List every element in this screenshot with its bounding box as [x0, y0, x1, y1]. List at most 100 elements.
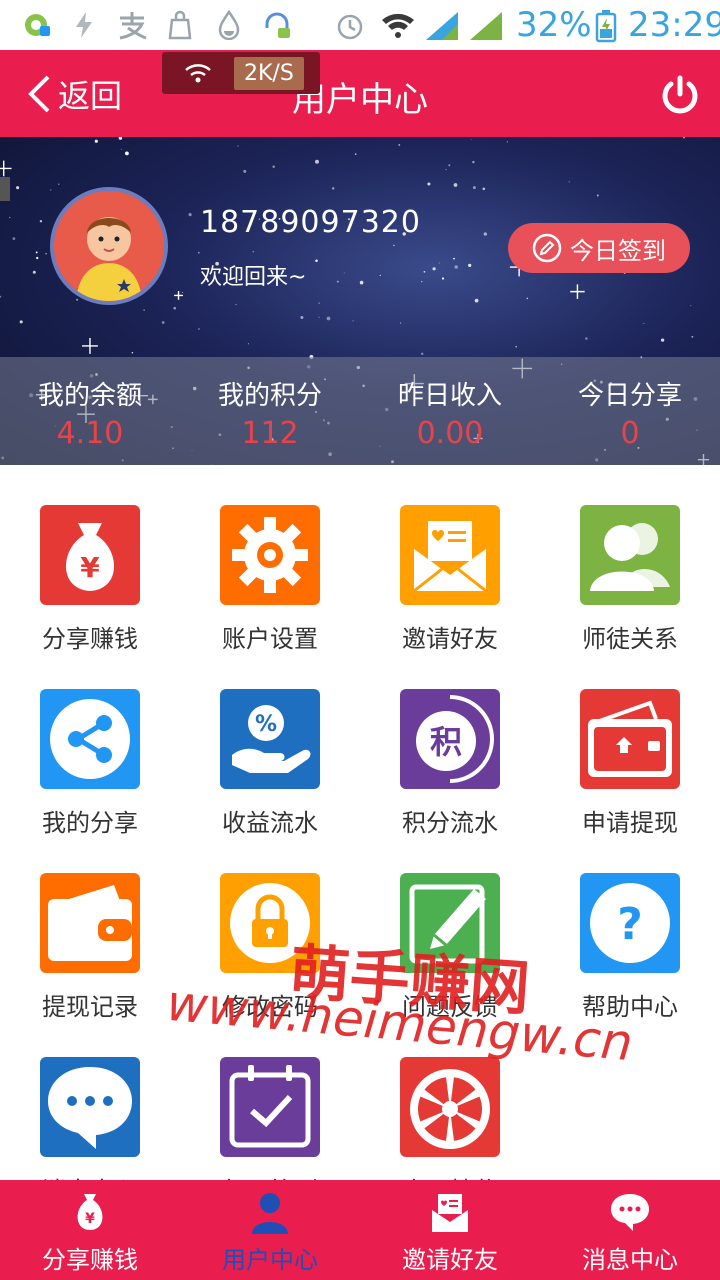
- app-notification-icon: [22, 10, 52, 47]
- welcome-text: 欢迎回来~: [200, 265, 307, 290]
- logout-button[interactable]: [658, 74, 702, 118]
- star: [94, 139, 98, 143]
- star: [453, 257, 455, 260]
- star: [421, 281, 423, 283]
- menu-share-earn[interactable]: ¥ 分享赚钱: [0, 465, 180, 653]
- star: [690, 305, 692, 307]
- svg-text:积: 积: [430, 723, 462, 761]
- svg-text:¥: ¥: [85, 1211, 95, 1227]
- bottom-nav: ¥ 分享赚钱 用户中心 邀请好友 消息中心: [0, 1180, 720, 1280]
- header-bar: 返回 用户中心: [0, 50, 720, 137]
- stat-value: 0.00: [416, 416, 484, 451]
- menu-message-center[interactable]: 消息中心: [0, 1017, 180, 1180]
- menu-apply-withdraw[interactable]: 申请提现: [540, 649, 720, 837]
- avatar[interactable]: [50, 187, 168, 305]
- star: [468, 263, 472, 267]
- menu-withdraw-records[interactable]: 提现记录: [0, 833, 180, 1021]
- stat-balance[interactable]: 我的余额 4.10: [0, 357, 180, 465]
- checkin-label: 今日签到: [570, 236, 666, 265]
- users-icon: [580, 505, 680, 605]
- star: [432, 267, 436, 271]
- headset-icon: [262, 10, 292, 47]
- calendar-check-icon: [220, 1057, 320, 1157]
- star: [237, 145, 239, 147]
- star: [421, 352, 424, 355]
- star: [118, 137, 123, 140]
- alarm-icon: [334, 10, 366, 49]
- menu-my-shares[interactable]: 我的分享: [0, 649, 180, 837]
- status-bar: 32% 23:29: [0, 0, 720, 50]
- star: [596, 194, 599, 197]
- menu-grid: ¥ 分享赚钱 账户设置 邀请好友 师徒关系 我的分享 % 收益流水 积 积分流水…: [0, 465, 720, 1180]
- stat-label: 昨日收入: [397, 381, 502, 411]
- nav-user-center[interactable]: 用户中心: [180, 1180, 360, 1280]
- nav-label: 消息中心: [582, 1246, 678, 1274]
- star: [131, 351, 134, 354]
- wheel-icon: [400, 1057, 500, 1157]
- stat-value: 112: [241, 416, 299, 451]
- star: [470, 139, 472, 140]
- menu-points-flow[interactable]: 积 积分流水: [360, 649, 540, 837]
- menu-mentor-relations[interactable]: 师徒关系: [540, 465, 720, 653]
- svg-text:?: ?: [617, 899, 643, 950]
- menu-label: 幸运抽奖: [360, 1171, 540, 1180]
- stat-yesterday-income[interactable]: 昨日收入 0.00: [360, 357, 540, 465]
- star: [19, 320, 23, 324]
- menu-help-center[interactable]: ? 帮助中心: [540, 833, 720, 1021]
- power-icon: [662, 75, 698, 114]
- wifi-icon: [380, 10, 416, 47]
- percent-hand-icon: %: [220, 689, 320, 789]
- star: [506, 141, 508, 143]
- sparkle: [570, 284, 585, 299]
- star: [35, 251, 38, 254]
- sparkle: [82, 337, 98, 354]
- battery-percent: 32%: [516, 5, 592, 45]
- menu-income-flow[interactable]: % 收益流水: [180, 649, 360, 837]
- nav-label: 邀请好友: [402, 1246, 498, 1274]
- stat-points[interactable]: 我的积分 112: [180, 357, 360, 465]
- stat-today-shares[interactable]: 今日分享 0: [540, 357, 720, 465]
- menu-label: 每日签到: [180, 1171, 360, 1180]
- alipay-icon: [116, 10, 148, 47]
- star: [445, 169, 447, 171]
- points-icon: 积: [400, 689, 500, 789]
- envelope-icon: [400, 505, 500, 605]
- star: [58, 183, 60, 185]
- star: [379, 274, 381, 276]
- wifi-icon: [185, 64, 211, 83]
- sparkle: [174, 291, 183, 300]
- star: [36, 256, 39, 260]
- battery-icon: [594, 9, 618, 47]
- wallet-up-icon: [580, 689, 680, 789]
- page-title: 用户中心: [292, 80, 428, 120]
- nav-invite-friends[interactable]: 邀请好友: [360, 1180, 540, 1280]
- star: [482, 187, 486, 191]
- question-icon: ?: [580, 873, 680, 973]
- star: [354, 153, 357, 155]
- share-icon: [40, 689, 140, 789]
- star: [315, 259, 318, 262]
- chat-icon: [40, 1057, 140, 1157]
- star: [423, 270, 426, 273]
- star: [318, 316, 320, 318]
- stat-label: 我的积分: [217, 381, 322, 411]
- star: [393, 244, 395, 247]
- menu-invite-friends[interactable]: 邀请好友: [360, 465, 540, 653]
- menu-label: 消息中心: [0, 1171, 180, 1180]
- wallet-icon: [40, 873, 140, 973]
- chat-icon: [611, 1194, 649, 1231]
- menu-account-settings[interactable]: 账户设置: [180, 465, 360, 653]
- checkin-button[interactable]: 今日签到: [508, 223, 690, 273]
- network-speed-overlay: 2K/S: [162, 52, 320, 94]
- star: [39, 220, 43, 223]
- star: [438, 262, 440, 264]
- star: [326, 316, 331, 321]
- star: [398, 143, 401, 146]
- star: [182, 291, 184, 294]
- signal-2-icon: [468, 10, 506, 49]
- star: [453, 183, 458, 187]
- star: [252, 251, 254, 253]
- svg-text:¥: ¥: [80, 551, 100, 584]
- nav-share-earn[interactable]: ¥ 分享赚钱: [0, 1180, 180, 1280]
- nav-message-center[interactable]: 消息中心: [540, 1180, 720, 1280]
